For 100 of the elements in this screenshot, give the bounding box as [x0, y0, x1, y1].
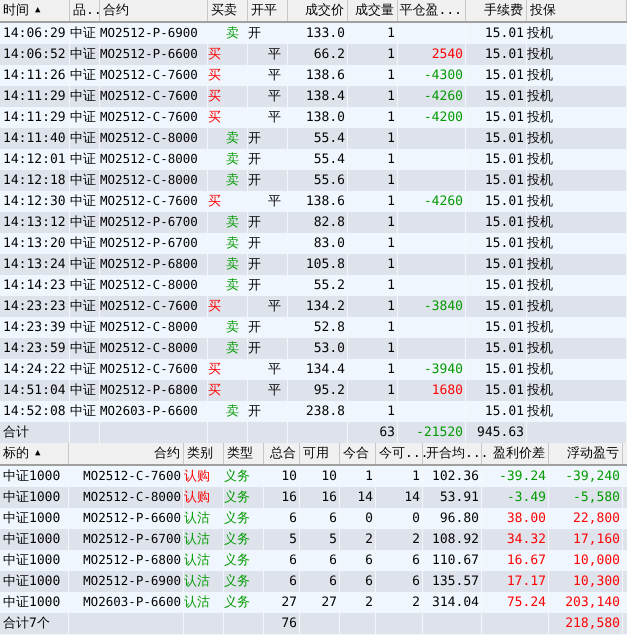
column-header[interactable]: 成交量 — [355, 0, 394, 20]
table-cell: 中证 — [70, 258, 96, 271]
table-cell: 投机 — [527, 384, 553, 397]
table-row[interactable]: 14:13:24 中证 MO2512-P-6800 卖 开 105.8 1 15.01 投机 — [0, 254, 627, 275]
table-cell-text: 中证1000 — [2, 554, 60, 567]
table-cell-text: 14:52:08 — [2, 405, 66, 418]
column-header[interactable]: 今合 — [343, 444, 369, 464]
table-cell: 15.01 — [484, 195, 524, 208]
table-cell-text: 14:11:29 — [2, 111, 66, 124]
table-cell: 中证 — [70, 321, 96, 334]
table-cell: MO2512-P-6800 — [100, 258, 198, 271]
column-header[interactable]: 手续费 — [484, 0, 523, 20]
table-cell-text: 14:23:39 — [2, 321, 66, 334]
table-cell-text: 14:23:59 — [2, 342, 66, 355]
column-header[interactable]: 总合 — [270, 444, 296, 464]
table-cell: 投机 — [527, 69, 553, 82]
table-cell: 14 — [357, 491, 373, 504]
table-row[interactable]: 14:23:23 中证 MO2512-C-7600 买 平 134.2 1 -3840 15.01 投机 — [0, 296, 627, 317]
column-header[interactable]: 时间 — [3, 0, 29, 20]
table-cell-text: 合计7个 — [2, 617, 50, 630]
table-cell: -39.24 — [499, 470, 546, 483]
table-cell: MO2512-C-8000 — [100, 153, 198, 166]
table-cell: -4200 — [424, 111, 463, 124]
table-cell: 1 — [387, 279, 395, 292]
table-cell: 开 — [248, 27, 261, 40]
table-cell: MO2512-C-7600 — [100, 111, 198, 124]
column-header[interactable]: 盈利价差 — [493, 444, 545, 464]
table-cell: 投机 — [527, 90, 553, 103]
table-row[interactable]: 合计7个 76 218,580 — [0, 613, 627, 634]
column-header[interactable]: 合约 — [103, 0, 129, 20]
column-header[interactable]: 类别 — [187, 444, 213, 464]
table-cell: 开 — [248, 405, 261, 418]
column-header[interactable]: 标的 — [3, 444, 29, 464]
column-header[interactable]: 浮动盈亏 — [567, 444, 619, 464]
table-row[interactable]: 14:23:59 中证 MO2512-C-8000 卖 开 53.0 1 15.01 投机 — [0, 338, 627, 359]
table-cell: 1 — [387, 342, 395, 355]
column-header[interactable]: 开合均... — [426, 444, 488, 464]
table-cell: 1 — [387, 48, 395, 61]
table-cell: 中证 — [70, 405, 96, 418]
table-cell: 1 — [412, 470, 420, 483]
table-cell-text: 卖 — [225, 174, 239, 187]
table-cell-text: 卖 — [225, 279, 239, 292]
column-header[interactable]: 平仓盈... — [400, 0, 462, 20]
table-cell-text: 中证1000 — [2, 596, 60, 609]
table-cell: 6 — [365, 575, 373, 588]
table-cell: MO2512-C-8000 — [100, 279, 198, 292]
table-cell: 6 — [329, 554, 337, 567]
sort-indicator: ▲ — [35, 446, 40, 460]
table-row[interactable]: 合计 63 -21520 945.63 — [0, 422, 627, 443]
table-cell: 82.8 — [314, 216, 345, 229]
table-cell-text: 平 — [267, 384, 281, 397]
table-cell: MO2512-P-6600 — [100, 48, 198, 61]
table-cell: 中证 — [70, 111, 96, 124]
table-cell: 开 — [248, 132, 261, 145]
table-cell: 95.2 — [314, 384, 345, 397]
table-row[interactable]: 中证1000 MO2512-P-6700 认沽 义务 5 5 2 2 108.92 34.32 17,160 — [0, 529, 627, 550]
table-cell: -4260 — [424, 90, 463, 103]
column-header[interactable]: 开平 — [251, 0, 277, 20]
column-header[interactable]: 类型 — [227, 444, 253, 464]
table-cell: 中证 — [70, 237, 96, 250]
table-cell: 投机 — [527, 405, 553, 418]
table-cell: 2 — [365, 533, 373, 546]
table-row[interactable]: 中证1000 MO2512-P-6900 认沽 义务 6 6 6 6 135.57 17.17 10,300 — [0, 571, 627, 592]
column-header[interactable]: 品.. — [73, 0, 102, 20]
table-row[interactable]: 14:11:29 中证 MO2512-C-7600 买 平 138.4 1 -4260 15.01 投机 — [0, 86, 627, 107]
column-header[interactable]: 买卖 — [211, 0, 237, 20]
table-cell: 中证 — [70, 384, 96, 397]
table-cell: -4300 — [424, 69, 463, 82]
table-cell: MO2512-C-7600 — [83, 470, 181, 483]
table-cell: 5 — [289, 533, 297, 546]
table-cell: 6 — [412, 554, 420, 567]
table-cell: 2540 — [432, 48, 463, 61]
table-row[interactable]: 14:51:04 中证 MO2512-P-6800 买 平 95.2 1 1680 15.01 投机 — [0, 380, 627, 401]
table-cell: 945.63 — [477, 426, 524, 439]
table-row[interactable]: 中证1000 MO2512-C-8000 认购 义务 16 16 14 14 53.91 -3.49 -5,580 — [0, 487, 627, 508]
table-cell: 中证 — [70, 132, 96, 145]
table-cell: 218,580 — [565, 617, 620, 630]
table-cell: 投机 — [527, 111, 553, 124]
table-row[interactable]: 14:13:12 中证 MO2512-P-6700 卖 开 82.8 1 15.01 投机 — [0, 212, 627, 233]
table-cell: 138.4 — [306, 90, 345, 103]
table-cell: 1 — [387, 27, 395, 40]
table-cell: 中证 — [70, 69, 96, 82]
column-header[interactable]: 可用 — [303, 444, 329, 464]
table-cell: 16 — [281, 491, 297, 504]
column-header[interactable]: 成交价 — [305, 0, 344, 20]
table-cell: MO2512-P-6900 — [100, 27, 198, 40]
table-cell: 买 — [208, 363, 221, 376]
table-cell: 中证 — [70, 216, 96, 229]
table-cell: 15.01 — [484, 132, 524, 145]
table-cell: 15.01 — [484, 174, 524, 187]
column-header[interactable]: 合约 — [154, 444, 180, 464]
table-cell: MO2512-P-6700 — [83, 533, 181, 546]
table-cell: 10 — [281, 470, 297, 483]
table-cell: 1 — [387, 195, 395, 208]
table-cell: 认沽 — [184, 533, 210, 546]
column-header[interactable]: 投保 — [530, 0, 556, 20]
table-row[interactable]: 14:11:40 中证 MO2512-C-8000 卖 开 55.4 1 15.01 投机 — [0, 128, 627, 149]
table-cell: -4260 — [424, 195, 463, 208]
table-row[interactable]: 14:06:52 中证 MO2512-P-6600 买 平 66.2 1 2540 15.01 投机 — [0, 44, 627, 65]
table-row[interactable]: 14:12:18 中证 MO2512-C-8000 卖 开 55.6 1 15.01 投机 — [0, 170, 627, 191]
